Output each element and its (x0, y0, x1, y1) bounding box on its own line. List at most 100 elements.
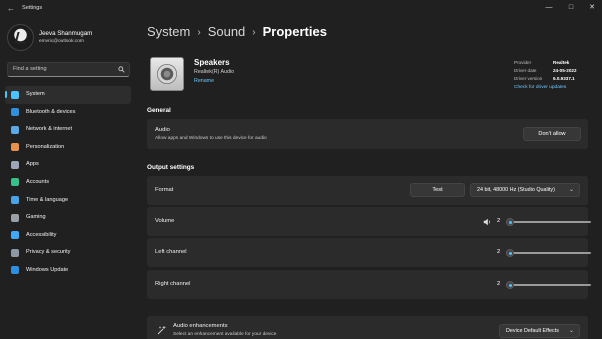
minimize-button[interactable]: — (543, 3, 555, 13)
sidebar-item-apps[interactable]: Apps (5, 156, 131, 174)
audio-title: Audio (155, 127, 170, 133)
format-selected: 24 bit, 48000 Hz (Studio Quality) (477, 187, 555, 193)
check-driver-updates-link[interactable]: Check for driver updates (514, 85, 566, 90)
chevron-down-icon: ⌄ (568, 187, 574, 193)
slider-thumb[interactable] (506, 218, 514, 226)
volume-slider[interactable] (506, 217, 591, 227)
left-channel-slider[interactable] (506, 248, 591, 258)
volume-value: 2 (497, 218, 501, 224)
enhancements-dropdown[interactable]: Device Default Effects ⌄ (499, 324, 580, 338)
driver-version-value: 6.0.9337.1 (553, 76, 575, 81)
page-title: Properties (262, 24, 327, 39)
driver-version-label: Driver version (514, 76, 543, 81)
driver-date-value: 24-05-2022 (553, 68, 577, 73)
sidebar-item-gaming[interactable]: Gaming (5, 209, 131, 227)
enhancements-selected: Device Default Effects (506, 328, 559, 334)
user-email: emvric@outlook.com (39, 39, 84, 44)
bluetooth-icon (11, 108, 19, 117)
dont-allow-button[interactable]: Don't allow (523, 127, 581, 141)
update-icon (11, 266, 19, 275)
format-label: Format (155, 187, 174, 193)
audio-enhancements-title: Audio enhancements (173, 323, 228, 329)
avatar (7, 24, 34, 51)
left-channel-label: Left channel (155, 249, 187, 255)
breadcrumb-system[interactable]: System (147, 24, 190, 39)
breadcrumb-separator: › (197, 27, 201, 38)
sidebar-item-system[interactable]: System (5, 86, 131, 104)
sidebar-item-label: Accessibility (26, 231, 57, 238)
device-name: Speakers (194, 58, 230, 67)
app-title: Settings (22, 5, 43, 11)
globe-clock-icon (11, 196, 19, 205)
format-dropdown[interactable]: 24 bit, 48000 Hz (Studio Quality) ⌄ (470, 183, 580, 197)
sidebar-item-network-internet[interactable]: Network & internet (5, 121, 131, 139)
sidebar-item-label: Time & language (26, 196, 69, 203)
right-channel-label: Right channel (155, 281, 191, 287)
sidebar: Jeeva Shanmugam emvric@outlook.com Find … (0, 18, 136, 339)
sidebar-item-label: Accounts (26, 178, 50, 185)
sidebar-item-personalization[interactable]: Personalization (5, 139, 131, 157)
apps-icon (11, 160, 19, 169)
test-button[interactable]: Test (410, 183, 465, 197)
wifi-icon (11, 125, 19, 134)
provider-value: Realtek (553, 60, 570, 65)
right-channel-slider[interactable] (506, 280, 591, 290)
sidebar-item-time-language[interactable]: Time & language (5, 192, 131, 210)
general-section-title: General (147, 107, 171, 114)
search-input[interactable]: Find a setting (7, 62, 130, 77)
sidebar-item-label: Network & internet (26, 126, 73, 133)
sidebar-item-label: Bluetooth & devices (26, 108, 76, 115)
sidebar-item-label: Gaming (26, 214, 46, 221)
sidebar-item-label: Apps (26, 161, 39, 168)
search-icon (118, 66, 125, 73)
chevron-down-icon: ⌄ (568, 328, 574, 334)
output-section-title: Output settings (147, 164, 195, 171)
audio-card: Audio Allow apps and Windows to use this… (147, 119, 588, 149)
user-profile[interactable]: Jeeva Shanmugam emvric@outlook.com (6, 24, 130, 52)
breadcrumb-separator: › (252, 27, 256, 38)
audio-description: Allow apps and Windows to use this devic… (155, 136, 267, 141)
volume-card: Volume 2 (147, 207, 591, 236)
person-icon (11, 178, 19, 187)
audio-enhancements-description: Select an enhancement available for your… (173, 332, 277, 337)
left-channel-card: Left channel 2 (147, 238, 591, 267)
rename-link[interactable]: Rename (194, 78, 214, 84)
slider-thumb[interactable] (506, 249, 514, 257)
sparkle-icon (157, 326, 166, 335)
sidebar-item-windows-update[interactable]: Windows Update (5, 262, 131, 280)
audio-enhancements-card: Audio enhancements Select an enhancement… (147, 316, 588, 339)
user-name: Jeeva Shanmugam (39, 30, 93, 37)
right-channel-card: Right channel 2 (147, 270, 591, 299)
speaker-volume-icon[interactable] (483, 218, 491, 226)
slider-thumb[interactable] (506, 281, 514, 289)
search-placeholder: Find a setting (13, 66, 47, 72)
sidebar-item-bluetooth-devices[interactable]: Bluetooth & devices (5, 104, 131, 122)
main-content: System › Sound › Properties Speakers Realtek… (136, 18, 602, 339)
back-arrow-icon[interactable]: ← (7, 4, 17, 14)
sidebar-item-accounts[interactable]: Accounts (5, 174, 131, 192)
device-subtitle: Realtek(R) Audio (194, 69, 235, 75)
shield-icon (11, 248, 19, 257)
sidebar-item-label: Windows Update (26, 266, 69, 273)
title-bar: ← Settings — □ ✕ (0, 0, 602, 18)
gamepad-icon (11, 213, 19, 222)
close-button[interactable]: ✕ (586, 3, 598, 13)
format-card: Format Test 24 bit, 48000 Hz (Studio Qua… (147, 176, 588, 205)
driver-date-label: Driver date (514, 68, 537, 73)
sidebar-nav: System Bluetooth & devices Network & inter… (5, 86, 131, 280)
maximize-button[interactable]: □ (565, 3, 577, 13)
speaker-icon (150, 57, 184, 91)
sidebar-item-label: System (26, 91, 45, 97)
sidebar-item-label: Personalization (26, 143, 65, 150)
sidebar-item-label: Privacy & security (26, 249, 71, 256)
volume-label: Volume (155, 218, 175, 224)
provider-label: Provider (514, 60, 532, 65)
left-channel-value: 2 (497, 249, 501, 255)
sidebar-item-privacy-security[interactable]: Privacy & security (5, 244, 131, 262)
accessibility-icon (11, 231, 19, 240)
monitor-icon (11, 90, 19, 99)
breadcrumb-sound[interactable]: Sound (208, 24, 246, 39)
right-channel-value: 2 (497, 281, 501, 287)
sidebar-item-accessibility[interactable]: Accessibility (5, 227, 131, 245)
brush-icon (11, 143, 19, 152)
